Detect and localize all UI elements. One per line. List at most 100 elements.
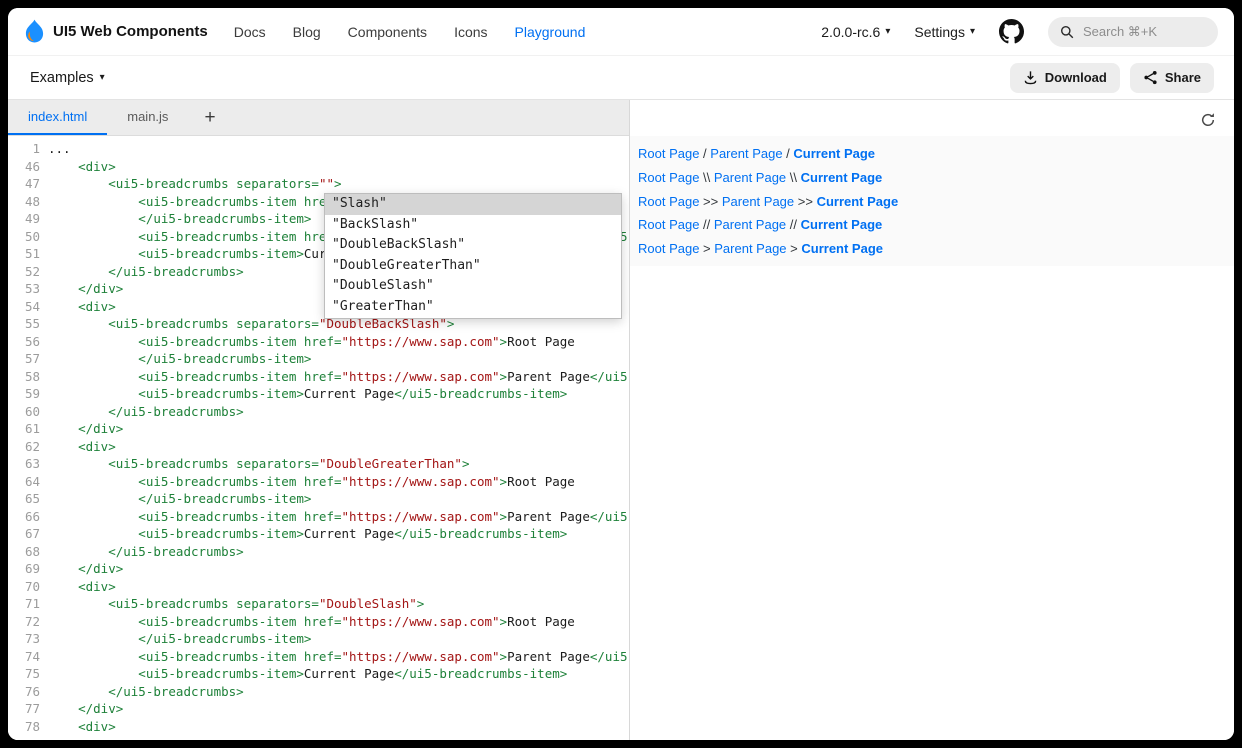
chevron-down-icon: ▾	[970, 26, 975, 37]
nav-link-docs[interactable]: Docs	[234, 24, 266, 40]
line-number: 69	[8, 560, 48, 578]
tab-main-js[interactable]: main.js	[107, 100, 188, 135]
autocomplete-popup: "Slash""BackSlash""DoubleBackSlash""Doub…	[324, 193, 622, 319]
app-title: UI5 Web Components	[53, 23, 208, 40]
code-text: </ui5-breadcrumbs>	[48, 263, 244, 281]
code-line[interactable]: 73 </ui5-breadcrumbs-item>	[8, 630, 629, 648]
examples-toolbar: Examples ▾ Download Share	[8, 56, 1234, 100]
breadcrumb-link-parent[interactable]: Parent Page	[722, 194, 794, 209]
breadcrumb-current: Current Page	[793, 146, 875, 161]
line-number: 67	[8, 525, 48, 543]
autocomplete-option[interactable]: "DoubleGreaterThan"	[325, 256, 621, 277]
code-line[interactable]: 70 <div>	[8, 578, 629, 596]
code-line[interactable]: 66 <ui5-breadcrumbs-item href="https://w…	[8, 508, 629, 526]
code-line[interactable]: 65 </ui5-breadcrumbs-item>	[8, 490, 629, 508]
chevron-down-icon: ▾	[885, 26, 890, 37]
breadcrumb-link-root[interactable]: Root Page	[638, 241, 699, 256]
line-number: 60	[8, 403, 48, 421]
brand[interactable]: UI5 Web Components	[24, 19, 208, 45]
plus-icon: +	[204, 107, 215, 129]
code-line[interactable]: 1...	[8, 140, 629, 158]
line-number: 72	[8, 613, 48, 631]
code-line[interactable]: 68 </ui5-breadcrumbs>	[8, 543, 629, 561]
download-button[interactable]: Download	[1010, 63, 1120, 93]
code-line[interactable]: 69 </div>	[8, 560, 629, 578]
code-text: </div>	[48, 280, 123, 298]
autocomplete-option[interactable]: "Slash"	[325, 194, 621, 215]
code-text: </ui5-breadcrumbs>	[48, 403, 244, 421]
line-number: 78	[8, 718, 48, 736]
code-text: </ui5-breadcrumbs>	[48, 543, 244, 561]
breadcrumb-separator: \\	[699, 170, 713, 185]
code-text: <ui5-breadcrumbs separators="DoubleGreat…	[48, 455, 469, 473]
code-line[interactable]: 63 <ui5-breadcrumbs separators="DoubleGr…	[8, 455, 629, 473]
code-line[interactable]: 57 </ui5-breadcrumbs-item>	[8, 350, 629, 368]
code-line[interactable]: 58 <ui5-breadcrumbs-item href="https://w…	[8, 368, 629, 386]
nav-link-icons[interactable]: Icons	[454, 24, 487, 40]
autocomplete-option[interactable]: "GreaterThan"	[325, 297, 621, 318]
code-line[interactable]: 47 <ui5-breadcrumbs separators="">	[8, 175, 629, 193]
code-line[interactable]: 77 </div>	[8, 700, 629, 718]
code-text: <ui5-breadcrumbs-item href="https://www.…	[48, 473, 575, 491]
code-line[interactable]: 56 <ui5-breadcrumbs-item href="https://w…	[8, 333, 629, 351]
search-input[interactable]	[1081, 23, 1201, 40]
nav-right: 2.0.0-rc.6 ▾ Settings ▾	[821, 17, 1218, 47]
breadcrumb-link-root[interactable]: Root Page	[638, 146, 699, 161]
nav-link-playground[interactable]: Playground	[515, 24, 586, 40]
code-line[interactable]: 61 </div>	[8, 420, 629, 438]
autocomplete-option[interactable]: "DoubleSlash"	[325, 276, 621, 297]
settings-menu[interactable]: Settings ▾	[914, 24, 975, 40]
code-line[interactable]: 74 <ui5-breadcrumbs-item href="https://w…	[8, 648, 629, 666]
breadcrumb-separator: >>	[794, 194, 816, 209]
breadcrumb-current: Current Page	[801, 217, 883, 232]
code-line[interactable]: 62 <div>	[8, 438, 629, 456]
examples-menu[interactable]: Examples ▾	[30, 70, 105, 86]
nav-link-components[interactable]: Components	[348, 24, 427, 40]
share-button[interactable]: Share	[1130, 63, 1214, 93]
editor-tabbar: index.htmlmain.js +	[8, 100, 629, 136]
code-line[interactable]: 76 </ui5-breadcrumbs>	[8, 683, 629, 701]
line-number: 52	[8, 263, 48, 281]
code-text: </div>	[48, 700, 123, 718]
code-line[interactable]: 46 <div>	[8, 158, 629, 176]
line-number: 59	[8, 385, 48, 403]
code-line[interactable]: 67 <ui5-breadcrumbs-item>Current Page</u…	[8, 525, 629, 543]
breadcrumb-link-parent[interactable]: Parent Page	[714, 241, 786, 256]
nav-links: Docs Blog Components Icons Playground	[234, 24, 586, 40]
breadcrumb-link-parent[interactable]: Parent Page	[714, 217, 786, 232]
version-select[interactable]: 2.0.0-rc.6 ▾	[821, 24, 890, 40]
line-number: 61	[8, 420, 48, 438]
code-text: </ui5-breadcrumbs-item>	[48, 490, 311, 508]
breadcrumb-link-parent[interactable]: Parent Page	[710, 146, 782, 161]
nav-link-blog[interactable]: Blog	[293, 24, 321, 40]
search-box[interactable]	[1048, 17, 1218, 47]
code-text: </ui5-breadcrumbs>	[48, 683, 244, 701]
code-line[interactable]: 75 <ui5-breadcrumbs-item>Current Page</u…	[8, 665, 629, 683]
refresh-button[interactable]	[1198, 110, 1218, 130]
line-number: 51	[8, 245, 48, 263]
code-line[interactable]: 71 <ui5-breadcrumbs separators="DoubleSl…	[8, 595, 629, 613]
code-text: <ui5-breadcrumbs-item href="https://www.…	[48, 648, 629, 666]
github-icon[interactable]	[999, 19, 1024, 44]
breadcrumb-link-root[interactable]: Root Page	[638, 194, 699, 209]
line-number: 47	[8, 175, 48, 193]
tab-index-html[interactable]: index.html	[8, 100, 107, 135]
code-line[interactable]: 72 <ui5-breadcrumbs-item href="https://w…	[8, 613, 629, 631]
code-text: </div>	[48, 420, 123, 438]
autocomplete-option[interactable]: "BackSlash"	[325, 215, 621, 236]
new-file-button[interactable]: +	[188, 100, 231, 135]
code-line[interactable]: 78 <div>	[8, 718, 629, 736]
code-line[interactable]: 59 <ui5-breadcrumbs-item>Current Page</u…	[8, 385, 629, 403]
code-text: <ui5-breadcrumbs-item>Current Page</ui5-…	[48, 385, 567, 403]
code-line[interactable]: 64 <ui5-breadcrumbs-item href="https://w…	[8, 473, 629, 491]
breadcrumb-link-parent[interactable]: Parent Page	[714, 170, 786, 185]
line-number: 58	[8, 368, 48, 386]
breadcrumb-link-root[interactable]: Root Page	[638, 170, 699, 185]
code-line[interactable]: 60 </ui5-breadcrumbs>	[8, 403, 629, 421]
breadcrumbs-preview: Root Page / Parent Page / Current PageRo…	[630, 136, 1234, 266]
code-editor[interactable]: 1...46 <div>47 <ui5-breadcrumbs separato…	[8, 136, 629, 740]
breadcrumb-link-root[interactable]: Root Page	[638, 217, 699, 232]
code-text: <ui5-breadcrumbs-item>Current Page</ui5-…	[48, 665, 567, 683]
autocomplete-option[interactable]: "DoubleBackSlash"	[325, 235, 621, 256]
download-icon	[1023, 70, 1038, 85]
